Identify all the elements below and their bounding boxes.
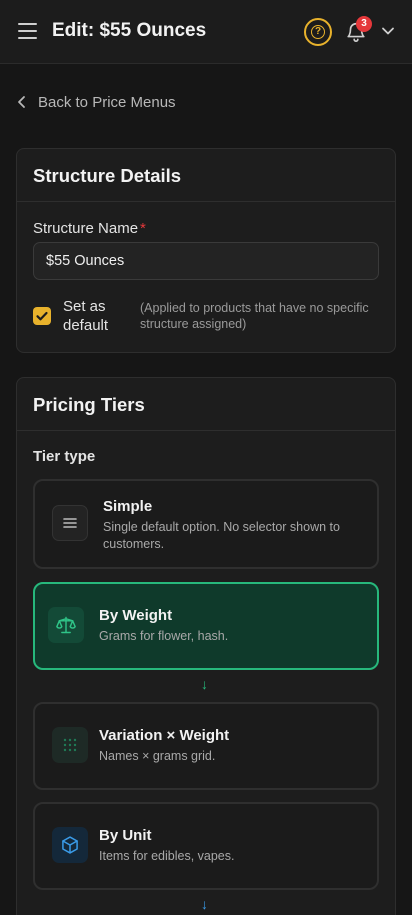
tier-description: Single default option. No selector shown… <box>103 520 340 551</box>
menu-lines-icon <box>52 505 88 541</box>
help-icon[interactable]: ? <box>304 18 332 46</box>
tier-title: Simple <box>103 498 153 515</box>
tier-title: By Weight <box>99 607 173 624</box>
hamburger-menu-icon[interactable] <box>18 22 38 40</box>
chevron-down-icon[interactable] <box>381 26 395 36</box>
set-default-note: (Applied to products that have no specif… <box>140 301 369 331</box>
down-arrow-icon: ↓ <box>201 676 208 692</box>
notification-badge: 3 <box>356 16 372 32</box>
tier-title: Variation × Weight <box>99 727 230 744</box>
box-icon <box>52 827 88 863</box>
page-title: Edit: $55 Ounces <box>52 20 207 41</box>
back-to-price-menus-link[interactable]: Back to Price Menus <box>17 92 176 112</box>
tier-option-simple[interactable]: Simple Single default option. No selecto… <box>33 479 379 569</box>
pricing-tiers-card: Pricing Tiers Tier type Simple Single de… <box>16 377 396 915</box>
tier-type-label: Tier type <box>33 448 96 465</box>
set-default-label[interactable]: Set as default <box>63 297 133 335</box>
structure-details-card: Structure Details Structure Name* Set as… <box>16 148 396 353</box>
tier-option-by-unit[interactable]: By Unit Items for edibles, vapes. <box>33 802 379 890</box>
back-link-label: Back to Price Menus <box>38 93 176 111</box>
chevron-left-icon <box>18 96 25 108</box>
tier-description: Names × grams grid. <box>99 749 216 763</box>
structure-name-input[interactable] <box>33 242 379 280</box>
tier-option-by-weight[interactable]: By Weight Grams for flower, hash. <box>33 582 379 670</box>
grid-dots-icon <box>52 727 88 763</box>
tier-option-variation-weight[interactable]: Variation × Weight Names × grams grid. <box>33 702 379 790</box>
down-arrow-icon: ↓ <box>201 896 208 912</box>
checkmark-icon <box>36 311 48 321</box>
set-default-checkbox[interactable] <box>33 307 51 325</box>
help-glyph: ? <box>311 25 325 39</box>
structure-name-label-text: Structure Name <box>33 220 139 237</box>
tier-description: Items for edibles, vapes. <box>99 849 235 863</box>
top-app-bar: Edit: $55 Ounces ? 3 <box>0 0 412 64</box>
structure-details-title: Structure Details <box>17 149 395 202</box>
tier-description: Grams for flower, hash. <box>99 629 229 643</box>
required-marker: * <box>140 220 146 237</box>
scale-icon <box>48 607 84 643</box>
pricing-tiers-title: Pricing Tiers <box>17 378 395 431</box>
tier-title: By Unit <box>99 827 152 844</box>
structure-name-label: Structure Name * <box>33 220 146 237</box>
